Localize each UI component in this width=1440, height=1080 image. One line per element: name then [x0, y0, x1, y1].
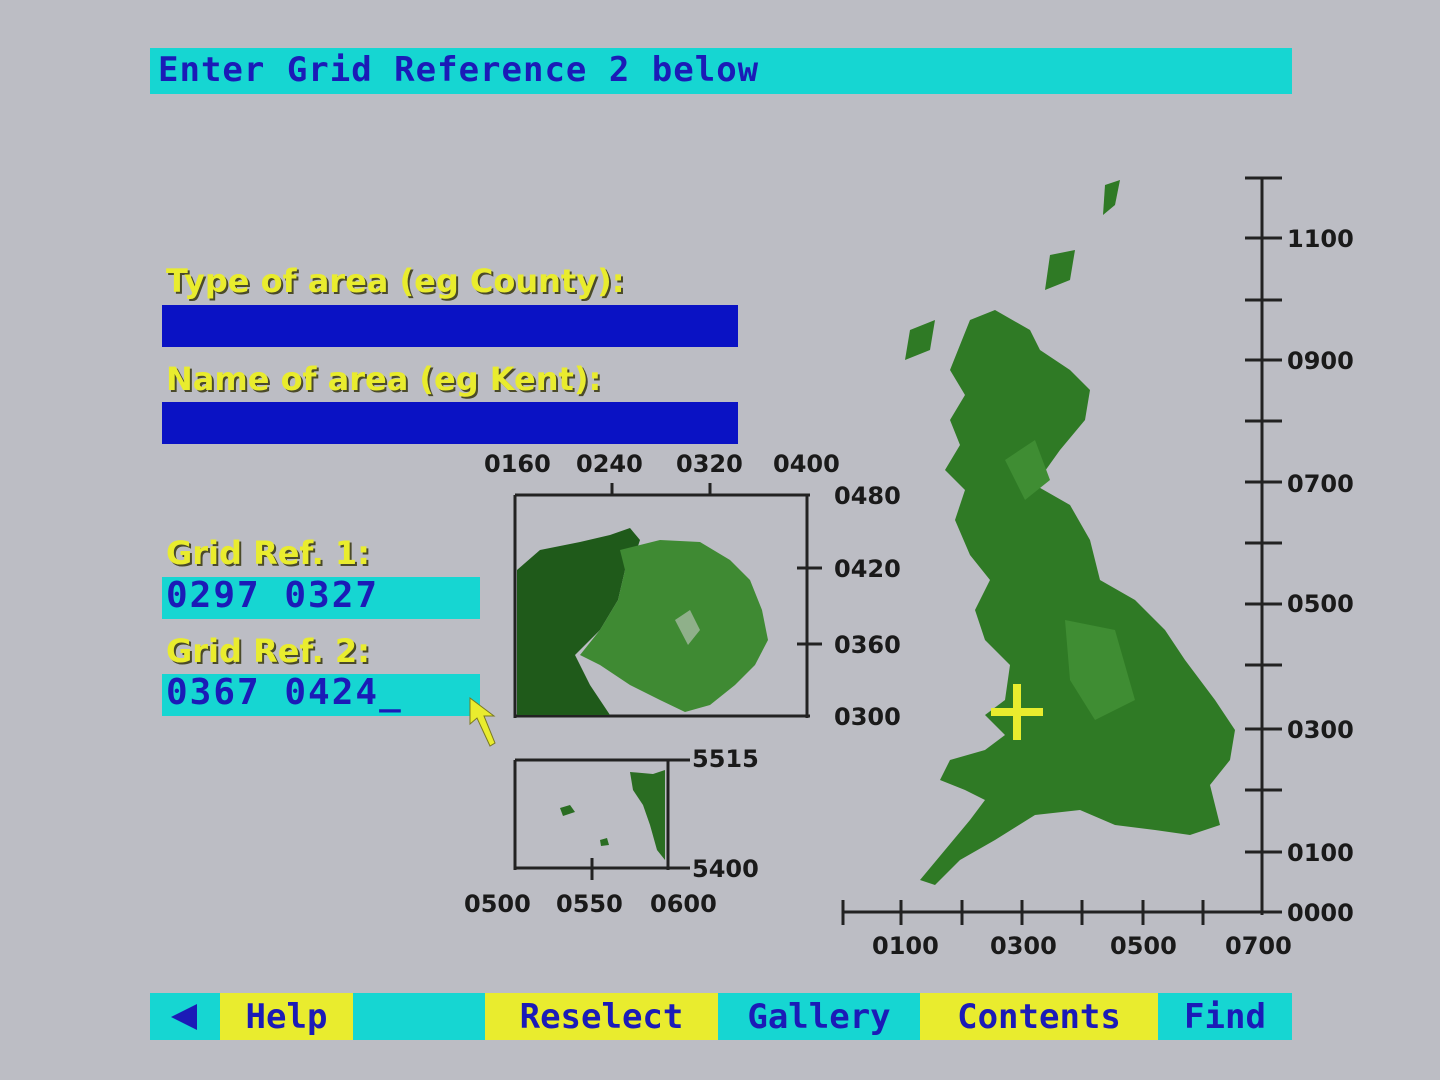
help-button[interactable]: Help [220, 993, 353, 1040]
grid-ref-1-field[interactable]: 0297 0327 [162, 575, 480, 619]
shetland-map[interactable] [505, 750, 695, 885]
menu-bar: Help Reselect Gallery Contents Find [150, 993, 1292, 1040]
gb-bottom-tick-0300: 0300 [990, 932, 1057, 960]
find-button[interactable]: Find [1158, 993, 1292, 1040]
shetland-bottom-tick-3: 0600 [650, 890, 717, 918]
reselect-button[interactable]: Reselect [485, 993, 718, 1040]
name-of-area-label: Name of area (eg Kent): [166, 360, 602, 398]
gb-right-tick-1100: 1100 [1287, 225, 1354, 253]
gb-right-tick-0900: 0900 [1287, 347, 1354, 375]
shetland-bottom-tick-1: 0500 [464, 890, 531, 918]
gb-right-tick-0100: 0100 [1287, 839, 1354, 867]
ni-top-tick-3: 0320 [676, 450, 743, 478]
ni-top-tick-2: 0240 [576, 450, 643, 478]
prompt-bar: Enter Grid Reference 2 below [150, 48, 1292, 94]
prompt-text: Enter Grid Reference 2 below [158, 50, 760, 90]
grid-ref-2-value: 0367 0424_ [166, 672, 403, 713]
gb-right-tick-0500: 0500 [1287, 590, 1354, 618]
gb-right-tick-0300: 0300 [1287, 716, 1354, 744]
shetland-bottom-tick-2: 0550 [556, 890, 623, 918]
great-britain-map[interactable] [835, 160, 1295, 940]
gallery-button[interactable]: Gallery [718, 993, 920, 1040]
back-button[interactable] [150, 993, 220, 1040]
grid-ref-2-label: Grid Ref. 2: [166, 632, 370, 670]
grid-ref-1-label: Grid Ref. 1: [166, 534, 370, 572]
ni-top-tick-1: 0160 [484, 450, 551, 478]
gb-right-tick-0000: 0000 [1287, 899, 1354, 927]
menu-spacer [353, 993, 485, 1040]
grid-ref-1-value: 0297 0327 [166, 575, 380, 616]
gb-right-tick-0700: 0700 [1287, 470, 1354, 498]
type-of-area-field[interactable] [162, 305, 738, 347]
shetland-right-tick-2: 5400 [692, 855, 759, 883]
gb-bottom-tick-0100: 0100 [872, 932, 939, 960]
type-of-area-label: Type of area (eg County): [166, 262, 625, 300]
northern-ireland-map[interactable] [500, 480, 830, 725]
name-of-area-field[interactable] [162, 402, 738, 444]
ni-top-tick-4: 0400 [773, 450, 840, 478]
contents-button[interactable]: Contents [920, 993, 1158, 1040]
shetland-right-tick-1: 5515 [692, 745, 759, 773]
gb-bottom-tick-0700: 0700 [1225, 932, 1292, 960]
left-arrow-icon [171, 1003, 197, 1030]
grid-ref-2-field[interactable]: 0367 0424_ [162, 672, 480, 716]
gb-bottom-tick-0500: 0500 [1110, 932, 1177, 960]
